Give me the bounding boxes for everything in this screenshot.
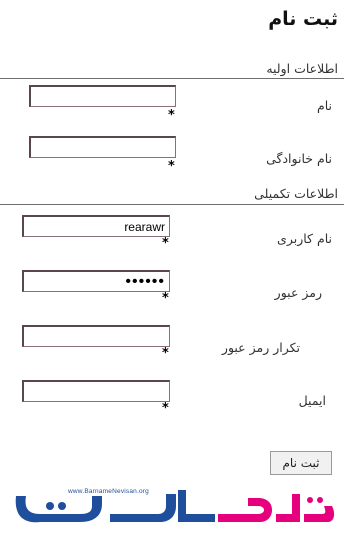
username-input[interactable] — [22, 215, 170, 237]
password-input[interactable] — [22, 270, 170, 292]
section-title-extra-info: اطلاعات تکمیلی — [254, 186, 338, 201]
section-title-basic-info: اطلاعات اولیه — [266, 61, 338, 76]
site-logo[interactable]: www.BarnameNevisan.org — [10, 484, 336, 534]
required-mark: * — [168, 159, 175, 174]
required-mark: * — [162, 236, 169, 251]
last-name-input[interactable] — [29, 136, 176, 158]
first-name-label: نام — [316, 98, 332, 113]
email-input[interactable] — [22, 380, 170, 402]
page-title: ثبت نام — [268, 8, 338, 30]
last-name-label: نام خانوادگی — [266, 151, 332, 166]
username-label: نام کاربری — [277, 231, 332, 246]
required-mark: * — [162, 291, 169, 306]
site-logo-graphic — [15, 490, 335, 523]
required-mark: * — [162, 401, 169, 416]
required-mark: * — [168, 108, 175, 123]
password-label: رمز عبور — [274, 285, 322, 300]
section-divider — [0, 78, 344, 79]
site-url-text: www.BarnameNevisan.org — [68, 488, 149, 495]
first-name-input[interactable] — [29, 85, 176, 107]
section-divider — [0, 204, 344, 205]
email-label: ایمیل — [298, 393, 326, 408]
register-submit-button[interactable]: ثبت نام — [270, 451, 332, 475]
confirm-password-label: تکرار رمز عبور — [221, 340, 300, 355]
required-mark: * — [162, 346, 169, 361]
confirm-password-input[interactable] — [22, 325, 170, 347]
